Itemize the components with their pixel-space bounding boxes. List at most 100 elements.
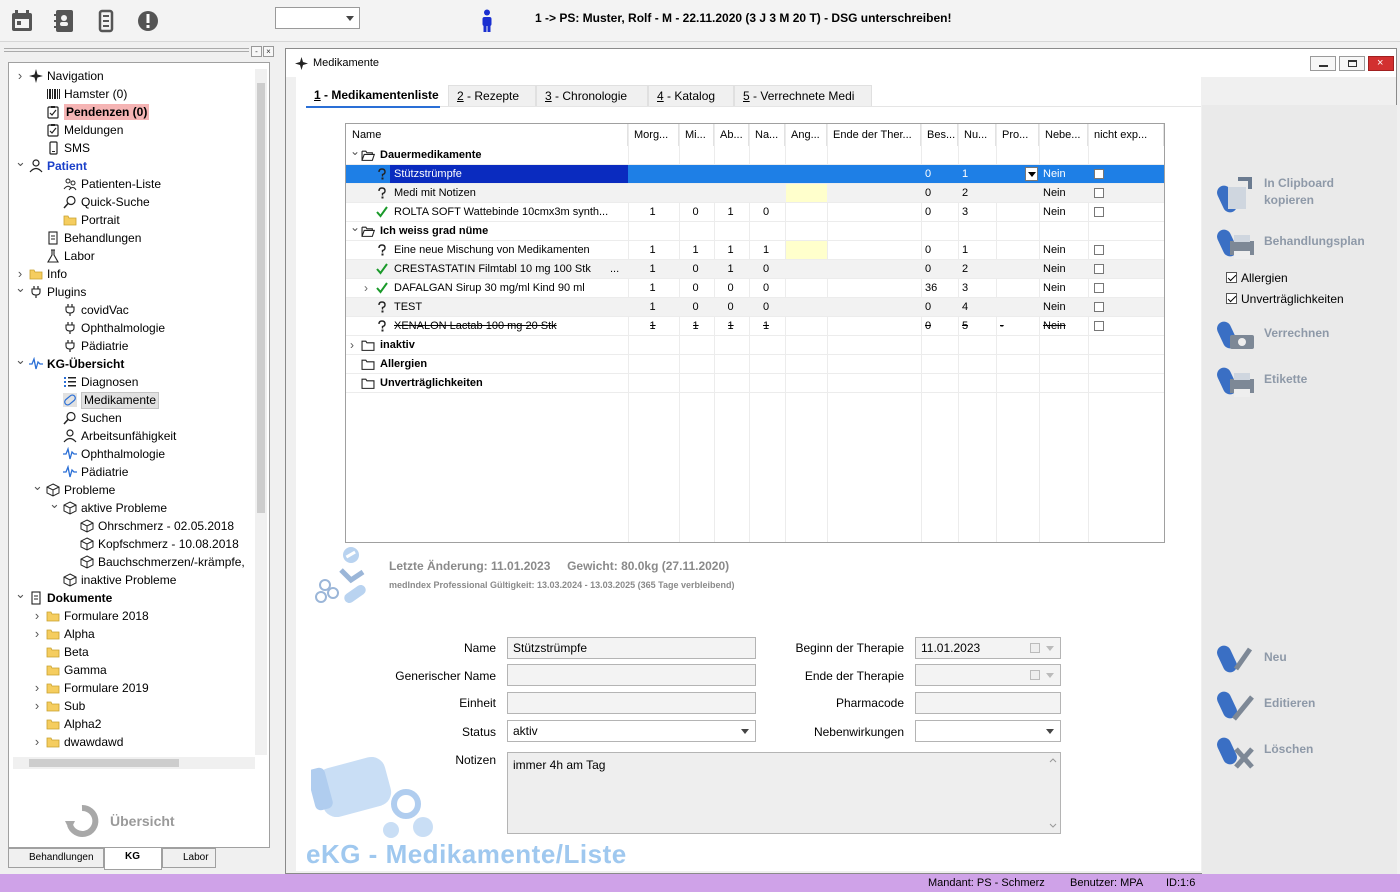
chevron-down-icon[interactable]: ⌄	[15, 279, 26, 297]
nav-item[interactable]: › Info	[13, 265, 253, 283]
chevron-right-icon[interactable]: ›	[350, 336, 354, 354]
table-row[interactable]: Eine neue Mischung von Medikamenten 1 1 1 1 0…	[346, 241, 1164, 260]
close-button[interactable]: ×	[1368, 56, 1394, 71]
nav-item[interactable]: ⌄ Patient	[13, 154, 253, 175]
group-row[interactable]: ⌄ Dauermedikamente	[346, 144, 1164, 165]
nav-item[interactable]: covidVac	[13, 301, 253, 319]
scrollbar-thumb[interactable]	[29, 759, 179, 767]
nav-item[interactable]: Medikamente	[13, 391, 253, 409]
column-header[interactable]: Mi...	[679, 124, 714, 146]
column-header[interactable]: Name	[346, 124, 628, 146]
nav-item[interactable]: Arbeitsunfähigkeit	[13, 427, 253, 445]
chevron-down-icon[interactable]: ⌄	[49, 495, 60, 513]
column-header[interactable]: Morg...	[628, 124, 679, 146]
nav-item[interactable]: Labor	[13, 247, 253, 265]
nav-item[interactable]: › Navigation	[13, 69, 253, 85]
tab-medikamentenliste[interactable]: 1 - Medikamentenliste	[306, 85, 447, 107]
alert-icon[interactable]	[136, 9, 160, 33]
calendar-icon[interactable]	[1030, 670, 1040, 680]
table-row[interactable]: Stützstrümpfe 0 1 Nein	[346, 165, 1164, 184]
table-row[interactable]: Medi mit Notizen 0 2 Nein	[346, 184, 1164, 203]
not-export-checkbox[interactable]	[1094, 302, 1104, 312]
nav-item[interactable]: inaktive Probleme	[13, 571, 253, 589]
panel-grip[interactable]	[4, 48, 249, 52]
generic-name-field[interactable]	[507, 664, 756, 686]
column-header[interactable]: Pro...	[996, 124, 1039, 146]
chevron-right-icon[interactable]: ›	[364, 279, 368, 297]
side-effects-select[interactable]	[915, 720, 1061, 742]
uebersicht-button[interactable]: Übersicht	[64, 803, 175, 839]
chevron-down-icon[interactable]: ⌄	[350, 142, 360, 160]
nav-item[interactable]: › dwawdawd	[13, 733, 253, 751]
notes-scrollbar[interactable]	[1048, 755, 1058, 831]
nav-item[interactable]: › Formulare 2018	[13, 607, 253, 625]
nav-item[interactable]: Behandlungen	[13, 229, 253, 247]
nav-item[interactable]: Beta	[13, 643, 253, 661]
nav-item[interactable]: Gamma	[13, 661, 253, 679]
therapy-start-field[interactable]: 11.01.2023	[915, 637, 1061, 659]
table-row[interactable]: ROLTA SOFT Wattebinde 10cmx3m synth... 1 0…	[346, 203, 1164, 222]
nav-item[interactable]: Ohrschmerz - 02.05.2018	[13, 517, 253, 535]
tab-chronologie[interactable]: 3 - Chronologie	[536, 85, 648, 107]
panel-close-button[interactable]: ×	[263, 46, 274, 57]
nav-horizontal-scrollbar[interactable]	[13, 757, 255, 769]
tab-verrechnete-medi[interactable]: 5 - Verrechnete Medi	[734, 85, 872, 107]
minimize-button[interactable]	[1310, 56, 1336, 71]
calendar-icon[interactable]	[10, 9, 34, 33]
tab-rezepte[interactable]: 2 - Rezepte	[448, 85, 536, 107]
nav-item[interactable]: Portrait	[13, 211, 253, 229]
tab-behandlungen[interactable]: Behandlungen	[8, 848, 104, 868]
nav-vertical-scrollbar[interactable]	[255, 69, 267, 755]
not-export-checkbox[interactable]	[1094, 207, 1104, 217]
chevron-right-icon[interactable]: ›	[32, 679, 42, 697]
not-export-checkbox[interactable]	[1094, 283, 1104, 293]
nav-item[interactable]: Hamster (0)	[13, 85, 253, 103]
nav-item[interactable]: Ophthalmologie	[13, 319, 253, 337]
nav-item[interactable]: Alpha2	[13, 715, 253, 733]
tab-kg[interactable]: KG	[104, 848, 162, 870]
chevron-down-icon[interactable]: ⌄	[350, 218, 360, 236]
nav-item[interactable]: › Sub	[13, 697, 253, 715]
nav-item[interactable]: SMS	[13, 139, 253, 157]
nav-item[interactable]: › Alpha	[13, 625, 253, 643]
panel-dock-button[interactable]: -	[251, 46, 262, 57]
group-row[interactable]: Allergien	[346, 355, 1164, 374]
scrollbar-thumb[interactable]	[257, 83, 265, 513]
nav-item[interactable]: Quick-Suche	[13, 193, 253, 211]
column-header[interactable]: Ende der Ther...	[827, 124, 921, 146]
chevron-down-icon[interactable]: ⌄	[15, 585, 26, 603]
column-header[interactable]: Nu...	[958, 124, 996, 146]
contacts-icon[interactable]	[52, 9, 76, 33]
column-header[interactable]: Na...	[749, 124, 785, 146]
nav-item[interactable]: ⌄ aktive Probleme	[13, 496, 253, 517]
column-header[interactable]: Bes...	[921, 124, 958, 146]
chevron-down-icon[interactable]: ⌄	[15, 351, 26, 369]
column-header[interactable]: Nebe...	[1039, 124, 1088, 146]
nav-item[interactable]: Bauchschmerzen/-krämpfe,	[13, 553, 253, 571]
pharmacode-field[interactable]	[915, 692, 1061, 714]
name-field[interactable]: Stützstrümpfe	[507, 637, 756, 659]
therapy-end-field[interactable]	[915, 664, 1061, 686]
nav-item[interactable]: Kopfschmerz - 10.08.2018	[13, 535, 253, 553]
nav-item[interactable]: ⌄ KG-Übersicht	[13, 352, 253, 373]
chevron-right-icon[interactable]: ›	[32, 625, 42, 643]
tab-labor[interactable]: Labor	[162, 848, 216, 868]
tab-katalog[interactable]: 4 - Katalog	[648, 85, 734, 107]
column-header[interactable]: Ab...	[714, 124, 749, 146]
nav-item[interactable]: Diagnosen	[13, 373, 253, 391]
unit-field[interactable]	[507, 692, 756, 714]
column-header[interactable]: nicht exp...	[1088, 124, 1164, 146]
nav-item[interactable]: Pädiatrie	[13, 337, 253, 355]
nav-item[interactable]: Pendenzen (0)	[13, 103, 253, 121]
patient-select[interactable]	[275, 7, 360, 29]
nav-item[interactable]: › Formulare 2019	[13, 679, 253, 697]
status-select[interactable]: aktiv	[507, 720, 756, 742]
nav-item[interactable]: Patienten-Liste	[13, 175, 253, 193]
chevron-down-icon[interactable]	[1025, 167, 1038, 181]
table-row[interactable]: › DAFALGAN Sirup 30 mg/ml Kind 90 ml 1 0 0 0 3…	[346, 279, 1164, 298]
chevron-right-icon[interactable]: ›	[15, 69, 25, 85]
not-export-checkbox[interactable]	[1094, 245, 1104, 255]
not-export-checkbox[interactable]	[1094, 321, 1104, 331]
maximize-button[interactable]	[1339, 56, 1365, 71]
nav-item[interactable]: Pädiatrie	[13, 463, 253, 481]
